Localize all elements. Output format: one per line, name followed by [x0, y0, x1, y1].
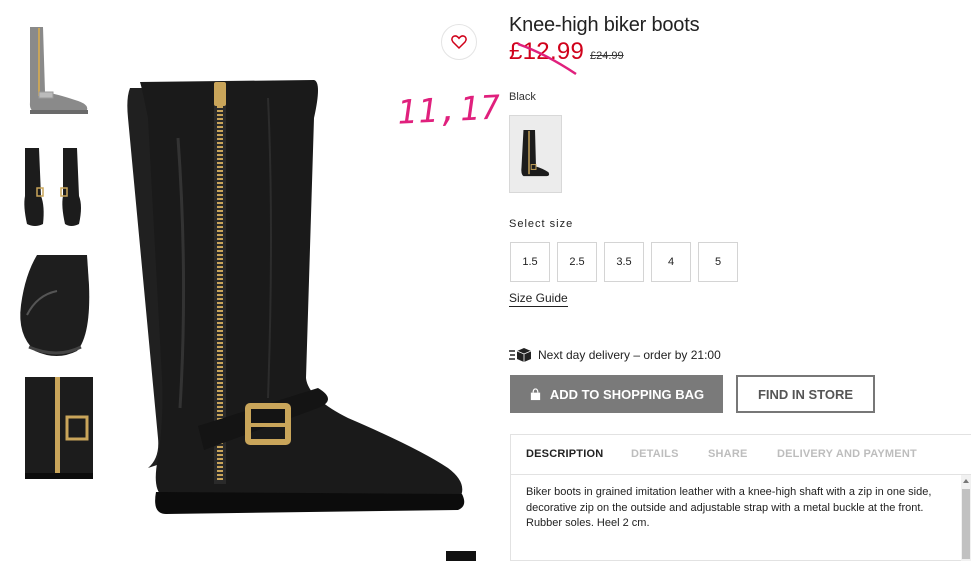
- delivery-box-icon: [509, 348, 532, 362]
- heart-icon: [451, 35, 467, 50]
- size-guide-link[interactable]: Size Guide: [509, 291, 568, 307]
- old-price: £24.99: [590, 50, 624, 62]
- size-option[interactable]: 5: [698, 242, 738, 282]
- tab-details[interactable]: DETAILS: [631, 448, 679, 460]
- size-option[interactable]: 1.5: [510, 242, 550, 282]
- tab-description[interactable]: DESCRIPTION: [526, 448, 603, 460]
- favorite-button[interactable]: [441, 24, 477, 60]
- product-info-tabs: DESCRIPTION DETAILS SHARE DELIVERY AND P…: [510, 434, 971, 561]
- delivery-info: Next day delivery – order by 21:00: [509, 347, 721, 363]
- tab-bar: DESCRIPTION DETAILS SHARE DELIVERY AND P…: [511, 435, 971, 475]
- size-option[interactable]: 3.5: [604, 242, 644, 282]
- size-option[interactable]: 2.5: [557, 242, 597, 282]
- delivery-text: Next day delivery – order by 21:00: [538, 348, 721, 362]
- thumbnail-1[interactable]: [17, 22, 93, 117]
- tab-share[interactable]: SHARE: [708, 448, 748, 460]
- color-swatch-black[interactable]: [509, 115, 562, 193]
- thumbnail-3[interactable]: [17, 255, 93, 365]
- add-to-bag-button[interactable]: ADD TO SHOPPING BAG: [510, 375, 723, 413]
- size-option[interactable]: 4: [651, 242, 691, 282]
- select-size-label: Select size: [509, 218, 574, 230]
- size-options: 1.5 2.5 3.5 4 5: [510, 242, 738, 282]
- color-label: Black: [509, 91, 536, 103]
- tab-delivery-and-payment[interactable]: DELIVERY AND PAYMENT: [777, 448, 917, 460]
- product-price: £12.99: [509, 38, 585, 65]
- thumbnail-2[interactable]: [17, 146, 93, 231]
- add-to-bag-label: ADD TO SHOPPING BAG: [549, 386, 705, 402]
- thumbnail-4[interactable]: [17, 377, 93, 480]
- scroll-up-arrow-icon[interactable]: [963, 479, 969, 483]
- main-product-image[interactable]: [118, 78, 473, 523]
- description-text: Biker boots in grained imitation leather…: [526, 486, 932, 529]
- image-pagination-bar: [446, 551, 476, 561]
- scrollbar-thumb[interactable]: [962, 489, 970, 559]
- find-in-store-button[interactable]: FIND IN STORE: [736, 375, 875, 413]
- shopping-bag-icon: [530, 387, 540, 400]
- product-title: Knee-high biker boots: [509, 14, 700, 36]
- handwritten-annotation: 11,17: [396, 87, 503, 132]
